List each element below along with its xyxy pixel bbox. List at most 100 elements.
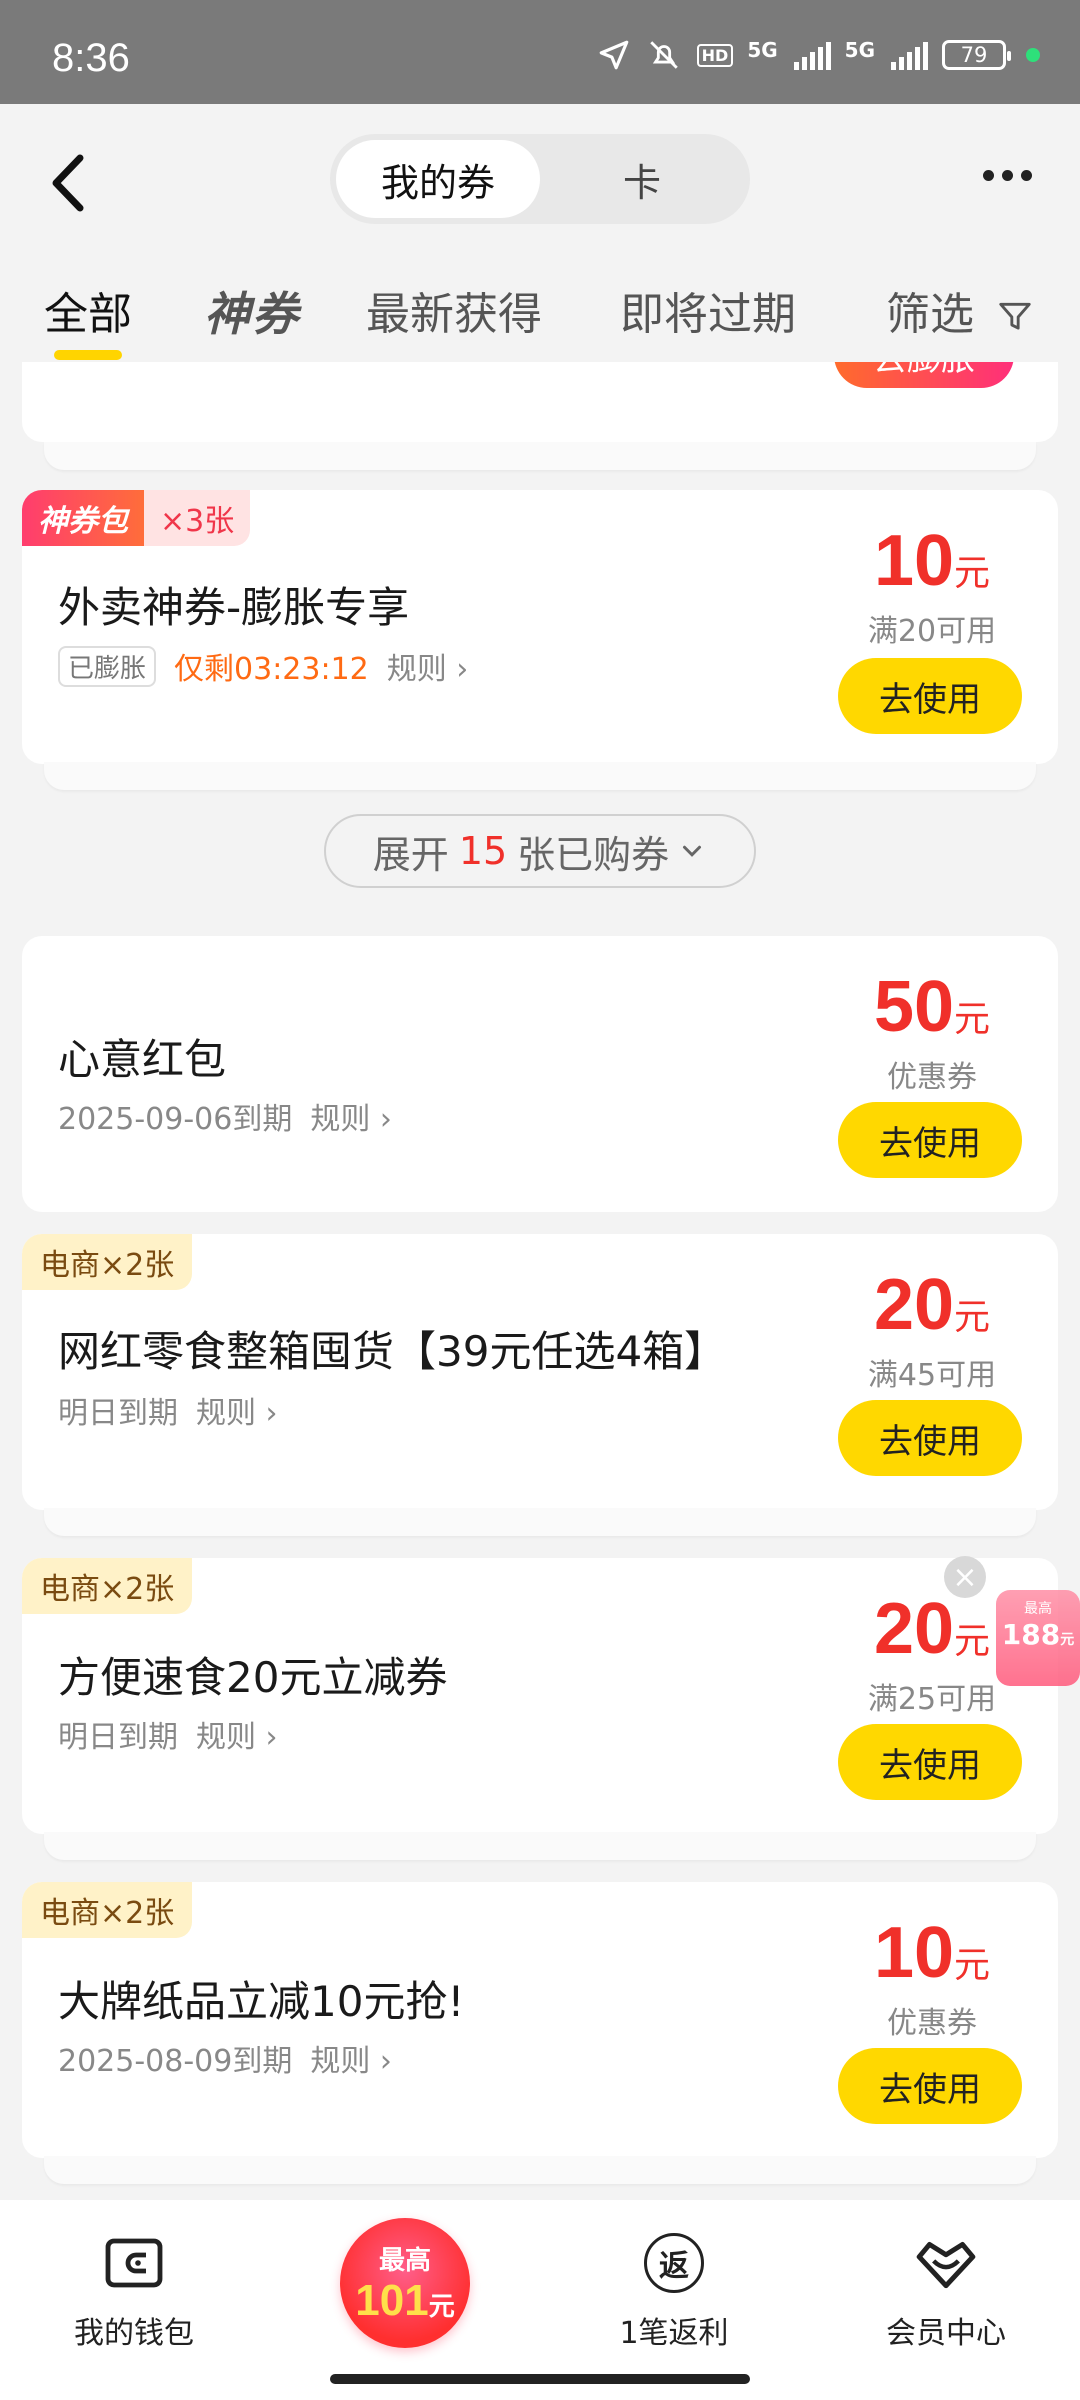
expand-coupon-button[interactable]: 去膨胀: [834, 362, 1014, 388]
hd-badge: HD: [696, 43, 734, 67]
filter-icon: [999, 302, 1031, 330]
coupon-amount: 20元: [842, 1264, 1022, 1346]
nav-rebate[interactable]: 返 1笔返利: [574, 2228, 774, 2352]
home-indicator: [330, 2374, 750, 2384]
coupon-meta: 2025-08-09到期 规则 ›: [58, 2036, 392, 2080]
tab-filter[interactable]: 筛选: [886, 278, 1034, 342]
promo-badge[interactable]: 最高 101元: [340, 2218, 470, 2348]
coupon-tag-count: ×3张: [144, 490, 251, 546]
expiry-text: 2025-09-06到期: [58, 1102, 293, 1137]
amount-value: 20: [873, 1265, 955, 1345]
signal-icon-2: [891, 40, 928, 70]
rules-link[interactable]: 规则 ›: [387, 644, 469, 688]
amount-value: 50: [873, 967, 955, 1047]
network-label-2: 5G: [844, 38, 875, 62]
coupon-title: 大牌纸品立减10元抢!: [58, 1977, 465, 2026]
card-stack-edge: [44, 442, 1036, 470]
rules-label: 规则: [196, 1396, 256, 1431]
coupon-title: 心意红包: [58, 1035, 227, 1084]
nav-rebate-label: 1笔返利: [619, 2316, 729, 2351]
tab-shenquan[interactable]: 神券: [204, 278, 300, 344]
coupon-meta: 2025-09-06到期 规则 ›: [58, 1094, 392, 1138]
segment-control: 我的券 卡: [330, 134, 750, 224]
card-stack-edge: [44, 1508, 1036, 1536]
signal-icon-1: [793, 40, 831, 70]
bottom-nav: 我的钱包 最高 101元 返 1笔返利 会员中心: [0, 2200, 1080, 2400]
use-button[interactable]: 去使用: [838, 1400, 1022, 1476]
rules-link[interactable]: 规则 ›: [310, 1094, 392, 1138]
coupon-card: 神券包 ×3张 外卖神券-膨胀专享 已膨胀 仅剩03:23:12 规则 › 10…: [22, 490, 1058, 764]
rules-link[interactable]: 规则 ›: [196, 1388, 278, 1432]
expand-purchased-button[interactable]: 展开 15 张已购券: [324, 814, 756, 888]
float-ad-value: 188: [1001, 1618, 1061, 1651]
chevron-left-icon: [52, 154, 84, 212]
chevron-down-icon: [683, 845, 702, 857]
use-button[interactable]: 去使用: [838, 1102, 1022, 1178]
privacy-dot-icon: [1026, 48, 1040, 62]
tab-all[interactable]: 全部: [44, 278, 132, 360]
rules-label: 规则: [310, 2044, 371, 2079]
coupon-title: 网红零食整箱囤货【39元任选4箱】: [58, 1327, 727, 1376]
coupon-title: 方便速食20元立减券: [58, 1653, 448, 1702]
promo-value: 101: [355, 2276, 429, 2325]
amount-unit: 元: [954, 553, 991, 594]
expiry-text: 明日到期: [58, 1720, 178, 1755]
coupon-tag: 电商×2张: [22, 1882, 193, 1938]
coupon-tag-type: 电商×2张: [22, 1234, 193, 1290]
promo-amount: 101元: [340, 2277, 470, 2330]
coupon-amount: 50元: [842, 966, 1022, 1048]
location-icon: [599, 40, 628, 70]
network-label-1: 5G: [747, 38, 778, 62]
rules-label: 规则: [386, 652, 447, 687]
battery-icon: 79: [942, 40, 1011, 70]
float-ad-badge[interactable]: 最高 188元: [996, 1590, 1080, 1686]
coupon-meta: 明日到期 规则 ›: [58, 1388, 278, 1432]
header: 我的券 卡 全部 神券 最新获得 即将过期 筛选: [0, 104, 1080, 362]
mute-icon: [649, 41, 678, 69]
amount-unit: 元: [954, 999, 991, 1040]
status-time: 8:36: [52, 36, 130, 80]
coupon-card: 电商×2张 方便速食20元立减券 明日到期 规则 › 20元 满25可用 去使用: [22, 1558, 1058, 1834]
card-stack-edge: [44, 2156, 1036, 2184]
use-button[interactable]: 去使用: [838, 1724, 1022, 1800]
amount-unit: 元: [954, 1945, 991, 1986]
nav-member[interactable]: 会员中心: [846, 2228, 1046, 2352]
more-options-button[interactable]: [983, 170, 1032, 181]
coupon-condition: 优惠券: [887, 1060, 977, 1095]
coupon-card: 心意红包 2025-09-06到期 规则 › 50元 优惠券 去使用: [22, 936, 1058, 1212]
coupon-card-partial: 去膨胀: [22, 362, 1058, 442]
tab-newest[interactable]: 最新获得: [366, 278, 542, 342]
segment-my-coupons[interactable]: 我的券: [336, 140, 540, 218]
close-float-ad-button[interactable]: ×: [944, 1556, 986, 1598]
crown-basket-icon: [916, 2241, 976, 2289]
segment-cards[interactable]: 卡: [540, 140, 744, 218]
promo-unit: 元: [428, 2291, 455, 2321]
coupon-amount: 10元: [842, 520, 1022, 602]
coupon-card: 电商×2张 大牌纸品立减10元抢! 2025-08-09到期 规则 › 10元 …: [22, 1882, 1058, 2158]
amount-unit: 元: [954, 1621, 991, 1662]
rules-link[interactable]: 规则 ›: [196, 1712, 278, 1756]
expiry-text: 明日到期: [58, 1396, 178, 1431]
float-ad-unit: 元: [1060, 1632, 1075, 1648]
coupon-condition: 满25可用: [867, 1682, 997, 1717]
amount-value: 20: [873, 1589, 955, 1669]
coupon-tag: 电商×2张: [22, 1234, 193, 1290]
coupon-tag-type: 电商×2张: [22, 1882, 193, 1938]
back-button[interactable]: [40, 148, 100, 218]
nav-wallet-label: 我的钱包: [74, 2316, 194, 2351]
amount-value: 10: [873, 521, 955, 601]
use-button[interactable]: 去使用: [838, 2048, 1022, 2124]
nav-wallet[interactable]: 我的钱包: [34, 2228, 234, 2352]
tab-expiring[interactable]: 即将过期: [620, 278, 796, 342]
wallet-icon: [105, 2238, 163, 2288]
coupon-meta: 明日到期 规则 ›: [58, 1712, 278, 1756]
coupon-condition: 满20可用: [867, 614, 997, 649]
rules-label: 规则: [310, 1102, 371, 1137]
coupon-amount: 10元: [842, 1912, 1022, 1994]
coupon-tag: 神券包 ×3张: [22, 490, 251, 546]
rules-link[interactable]: 规则 ›: [310, 2036, 392, 2080]
expand-prefix: 展开: [372, 832, 449, 877]
coupon-amount: 20元: [842, 1588, 1022, 1670]
filter-label: 筛选: [886, 289, 974, 340]
use-button[interactable]: 去使用: [838, 658, 1022, 734]
